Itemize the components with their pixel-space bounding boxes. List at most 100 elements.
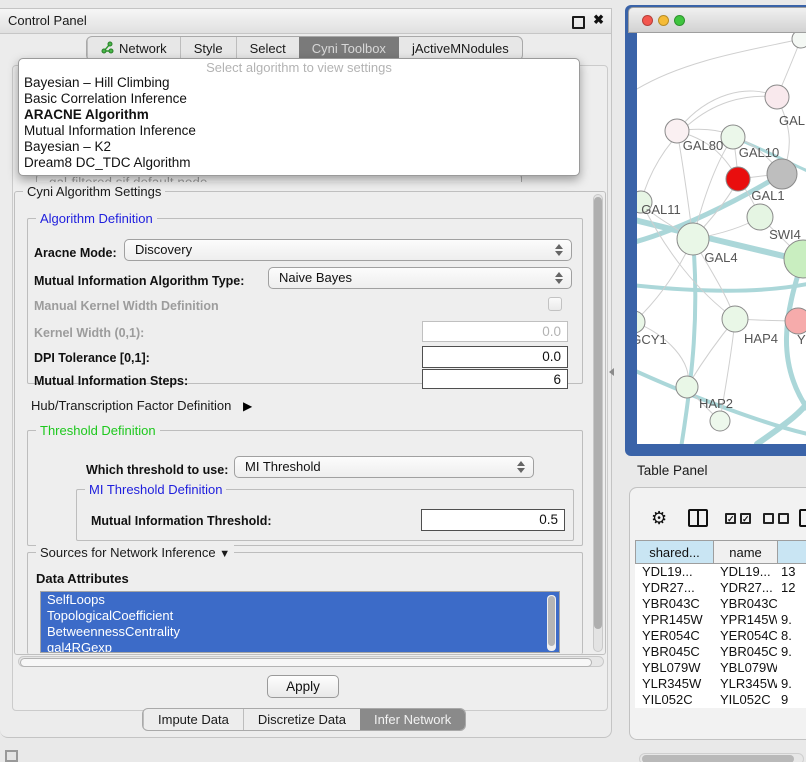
tab[interactable]: Select: [236, 37, 299, 60]
tab-label: jActiveMNodules: [412, 41, 509, 56]
table-horizontal-scrollbar[interactable]: [639, 753, 804, 762]
algorithm-option[interactable]: Bayesian – K2: [19, 139, 579, 155]
node-table: shared... name YDL19... YDL19... 13 YDR2…: [635, 540, 806, 739]
kernel-width-label: Kernel Width (0,1):: [34, 326, 144, 340]
aracne-mode-combo[interactable]: Discovery: [124, 239, 572, 261]
network-node[interactable]: [637, 311, 645, 333]
cell-shared-name: YBR045C: [635, 644, 713, 660]
network-edge[interactable]: [637, 39, 801, 89]
cell-shared-name: YBR043C: [635, 596, 713, 612]
kernel-width-field[interactable]: 0.0: [422, 321, 568, 342]
network-node[interactable]: [785, 308, 806, 334]
sources-title: Sources for Network Inference ▼: [36, 545, 234, 560]
unchecked-checkbox-icon[interactable]: [763, 513, 774, 524]
tab-label: Cyni Toolbox: [312, 41, 386, 56]
minimize-traffic-light[interactable]: [658, 15, 669, 26]
algorithm-option[interactable]: Dream8 DC_TDC Algorithm: [19, 155, 579, 171]
mi-steps-field[interactable]: 6: [422, 369, 568, 389]
combo-stepper-icon: [555, 271, 564, 285]
node-label: GAL80: [683, 138, 723, 153]
checked-checkbox-icon[interactable]: ✓: [725, 513, 736, 524]
tab[interactable]: Cyni Toolbox: [299, 37, 399, 60]
table-row[interactable]: YDL19... YDL19... 13: [635, 564, 806, 580]
combo-stepper-icon: [517, 460, 526, 474]
cyni-tab[interactable]: Discretize Data: [243, 709, 360, 730]
table-function-icon[interactable]: [799, 509, 806, 527]
panel-divider-arrow[interactable]: [609, 368, 614, 376]
mi-type-combo[interactable]: Naive Bayes: [268, 267, 572, 289]
tab-label: Network: [119, 41, 167, 56]
cyni-tab[interactable]: Impute Data: [143, 709, 243, 730]
node-label: GAL10: [739, 145, 779, 160]
algorithm-option[interactable]: Bayesian – Hill Climbing: [19, 75, 579, 91]
collapse-down-icon[interactable]: ▼: [219, 548, 230, 560]
list-scrollbar[interactable]: [547, 595, 556, 651]
cell-name: YPR145W: [713, 612, 777, 628]
settings-horizontal-scrollbar[interactable]: [18, 656, 604, 667]
table-row[interactable]: YER054C YER054C 8.: [635, 628, 806, 644]
algorithm-option[interactable]: ARACNE Algorithm: [19, 107, 579, 123]
network-node[interactable]: [792, 33, 806, 48]
network-node[interactable]: [676, 376, 698, 398]
apply-button[interactable]: Apply: [267, 675, 339, 698]
dpi-tolerance-field[interactable]: 0.0: [422, 346, 568, 368]
network-window-titlebar[interactable]: [628, 7, 806, 33]
algorithm-option[interactable]: Basic Correlation Inference: [19, 91, 579, 107]
split-columns-icon[interactable]: [688, 509, 708, 527]
close-icon[interactable]: ✖: [593, 12, 604, 28]
attribute-item[interactable]: SelfLoops: [41, 592, 559, 608]
table-row[interactable]: YBR043C YBR043C: [635, 596, 806, 612]
cyni-tab[interactable]: Infer Network: [360, 709, 465, 730]
tab[interactable]: Network: [87, 37, 180, 60]
network-edge[interactable]: [757, 393, 806, 444]
which-threshold-combo[interactable]: MI Threshold: [234, 456, 534, 478]
gear-icon[interactable]: ⚙: [651, 509, 667, 529]
attribute-item[interactable]: gal4RGexp: [41, 640, 559, 653]
minimized-panel-icon[interactable]: [5, 750, 18, 762]
attribute-item[interactable]: TopologicalCoefficient: [41, 608, 559, 624]
expander-right-icon[interactable]: ▶: [243, 399, 252, 413]
node-label: HAP2: [699, 396, 733, 411]
mi-steps-label: Mutual Information Steps:: [34, 374, 188, 388]
close-traffic-light[interactable]: [642, 15, 653, 26]
table-row[interactable]: YDR27... YDR27... 12: [635, 580, 806, 596]
network-node[interactable]: [765, 85, 789, 109]
hub-factor-expander[interactable]: Hub/Transcription Factor Definition ▶: [31, 398, 252, 413]
mi-threshold-field[interactable]: 0.5: [421, 509, 565, 531]
table-row[interactable]: YPR145W YPR145W 9.: [635, 612, 806, 628]
network-node[interactable]: [767, 159, 797, 189]
cell-shared-name: YIL052C: [635, 692, 713, 708]
zoom-traffic-light[interactable]: [674, 15, 685, 26]
sources-title-text: Sources for Network Inference: [40, 545, 216, 560]
network-node[interactable]: [784, 240, 806, 278]
tab-label: Style: [194, 41, 223, 56]
manual-kernel-checkbox[interactable]: [548, 297, 562, 311]
algorithm-option[interactable]: Mutual Information Inference: [19, 123, 579, 139]
network-node[interactable]: [710, 411, 730, 431]
column-header-name[interactable]: name: [713, 541, 777, 563]
table-row[interactable]: YBL079W YBL079W: [635, 660, 806, 676]
attribute-item[interactable]: BetweennessCentrality: [41, 624, 559, 640]
column-header-shared-name[interactable]: shared...: [635, 541, 713, 563]
table-rows: YDL19... YDL19... 13 YDR27... YDR27... 1…: [635, 564, 806, 708]
network-edge[interactable]: [677, 91, 777, 131]
network-edge[interactable]: [681, 239, 695, 444]
column-header-partial[interactable]: [777, 541, 806, 563]
checked-checkbox-icon[interactable]: ✓: [740, 513, 751, 524]
unchecked-checkbox-icon[interactable]: [778, 513, 789, 524]
tab[interactable]: Style: [180, 37, 236, 60]
float-window-icon[interactable]: [572, 16, 585, 29]
table-row[interactable]: YIL052C YIL052C 9: [635, 692, 806, 708]
tab[interactable]: jActiveMNodules: [399, 37, 522, 60]
network-node[interactable]: [722, 306, 748, 332]
algorithm-dropdown-popup: Select algorithm to view settings Bayesi…: [18, 58, 580, 176]
data-attributes-list[interactable]: SelfLoopsTopologicalCoefficientBetweenne…: [40, 591, 560, 653]
cell-name: YLR345W: [713, 676, 777, 692]
network-canvas[interactable]: GALGAL80GAL10GAL1SWI4GAL4GAL11GCY1HAP4YH…: [637, 33, 806, 444]
aracne-mode-value: Discovery: [135, 242, 192, 257]
table-row[interactable]: YLR345W YLR345W 9.: [635, 676, 806, 692]
table-row[interactable]: YBR045C YBR045C 9.: [635, 644, 806, 660]
settings-title: Cyni Algorithm Settings: [23, 184, 165, 199]
settings-vertical-scrollbar[interactable]: [593, 194, 603, 652]
network-node[interactable]: [726, 167, 750, 191]
